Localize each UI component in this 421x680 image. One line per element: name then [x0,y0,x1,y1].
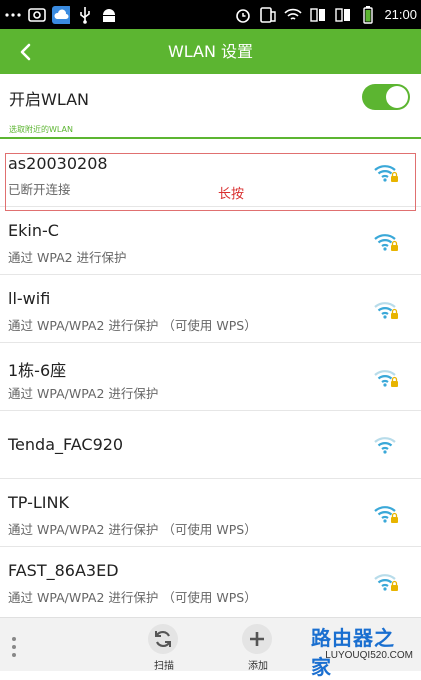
wifi-signal-icon [284,6,303,24]
title-bar: WLAN 设置 [0,29,421,74]
network-item-ll-wifi[interactable]: ll-wifi 通过 WPA/WPA2 进行保护 （可使用 WPS） [0,275,421,343]
status-right-icons: 21:00 [234,4,417,25]
network-item-fast-86a3ed[interactable]: FAST_86A3ED 通过 WPA/WPA2 进行保护 （可使用 WPS） [0,547,421,617]
watermark-url: LUYOUQI520.COM [325,650,413,661]
network-status: 通过 WPA/WPA2 进行保护 （可使用 WPS） [8,318,257,333]
status-left-icons [4,4,118,25]
wifi-open-icon [374,437,396,454]
scan-button[interactable]: 扫描 [142,624,186,672]
page-title: WLAN 设置 [167,42,254,61]
usb-icon [76,6,94,24]
battery-icon [359,5,377,24]
network-name: TP-LINK [8,493,69,512]
network-name: ll-wifi [8,289,51,308]
network-item-1-dong-6-zuo[interactable]: 1栋-6座 通过 WPA/WPA2 进行保护 [0,343,421,411]
wifi-secured-weak-icon [374,370,398,387]
network-status: 通过 WPA/WPA2 进行保护 （可使用 WPS） [8,590,257,605]
status-bar: 21:00 [0,0,421,29]
plus-icon [250,632,264,646]
chevron-left-icon [20,43,31,61]
network-item-ekin-c[interactable]: Ekin-C 通过 WPA2 进行保护 [0,207,421,275]
toggle-knob [386,86,408,108]
section-header: 选取附近的WLAN [9,125,74,134]
wlan-toggle-switch[interactable] [362,84,410,110]
bottom-action-bar: 扫描 添加 路由器之家 LUYOUQI520.COM [0,617,421,679]
back-button[interactable] [8,35,42,69]
overflow-menu-icon[interactable] [10,636,18,658]
network-status: 通过 WPA/WPA2 进行保护 （可使用 WPS） [8,522,257,537]
wifi-secured-icon [374,234,398,251]
network-item-tp-link[interactable]: TP-LINK 通过 WPA/WPA2 进行保护 （可使用 WPS） [0,479,421,547]
status-time: 21:00 [384,7,417,22]
sim2-signal-icon [334,6,352,24]
alarm-icon [234,6,252,24]
site-watermark: 路由器之家 LUYOUQI520.COM [311,622,415,679]
network-name: Ekin-C [8,221,59,240]
wifi-secured-weak-icon [374,302,398,319]
long-press-annotation: 长按 [218,187,245,202]
network-item-tenda-fac920[interactable]: Tenda_FAC920 [0,411,421,479]
wlan-toggle-label: 开启WLAN [9,90,90,109]
add-label: 添加 [248,661,268,672]
add-network-button[interactable]: 添加 [236,624,280,672]
wifi-secured-icon [374,506,398,523]
sim1-signal-icon [309,6,327,24]
refresh-icon [155,630,171,648]
scan-label: 扫描 [154,661,174,672]
network-status: 通过 WPA/WPA2 进行保护 [8,386,159,401]
more-dots-icon [4,6,22,24]
wifi-secured-weak-icon [374,574,398,591]
network-name: FAST_86A3ED [8,561,119,580]
network-name: Tenda_FAC920 [8,435,124,454]
scan-icon-circle [148,624,178,654]
network-name: 1栋-6座 [8,361,67,380]
add-icon-circle [242,624,272,654]
wlan-toggle-row[interactable]: 开启WLAN [0,74,421,120]
rotate-icon [259,6,277,24]
long-press-highlight [5,153,416,211]
network-status: 通过 WPA2 进行保护 [8,250,127,265]
photo-icon [28,6,46,24]
android-icon [100,6,118,24]
cloud-icon [52,5,70,24]
